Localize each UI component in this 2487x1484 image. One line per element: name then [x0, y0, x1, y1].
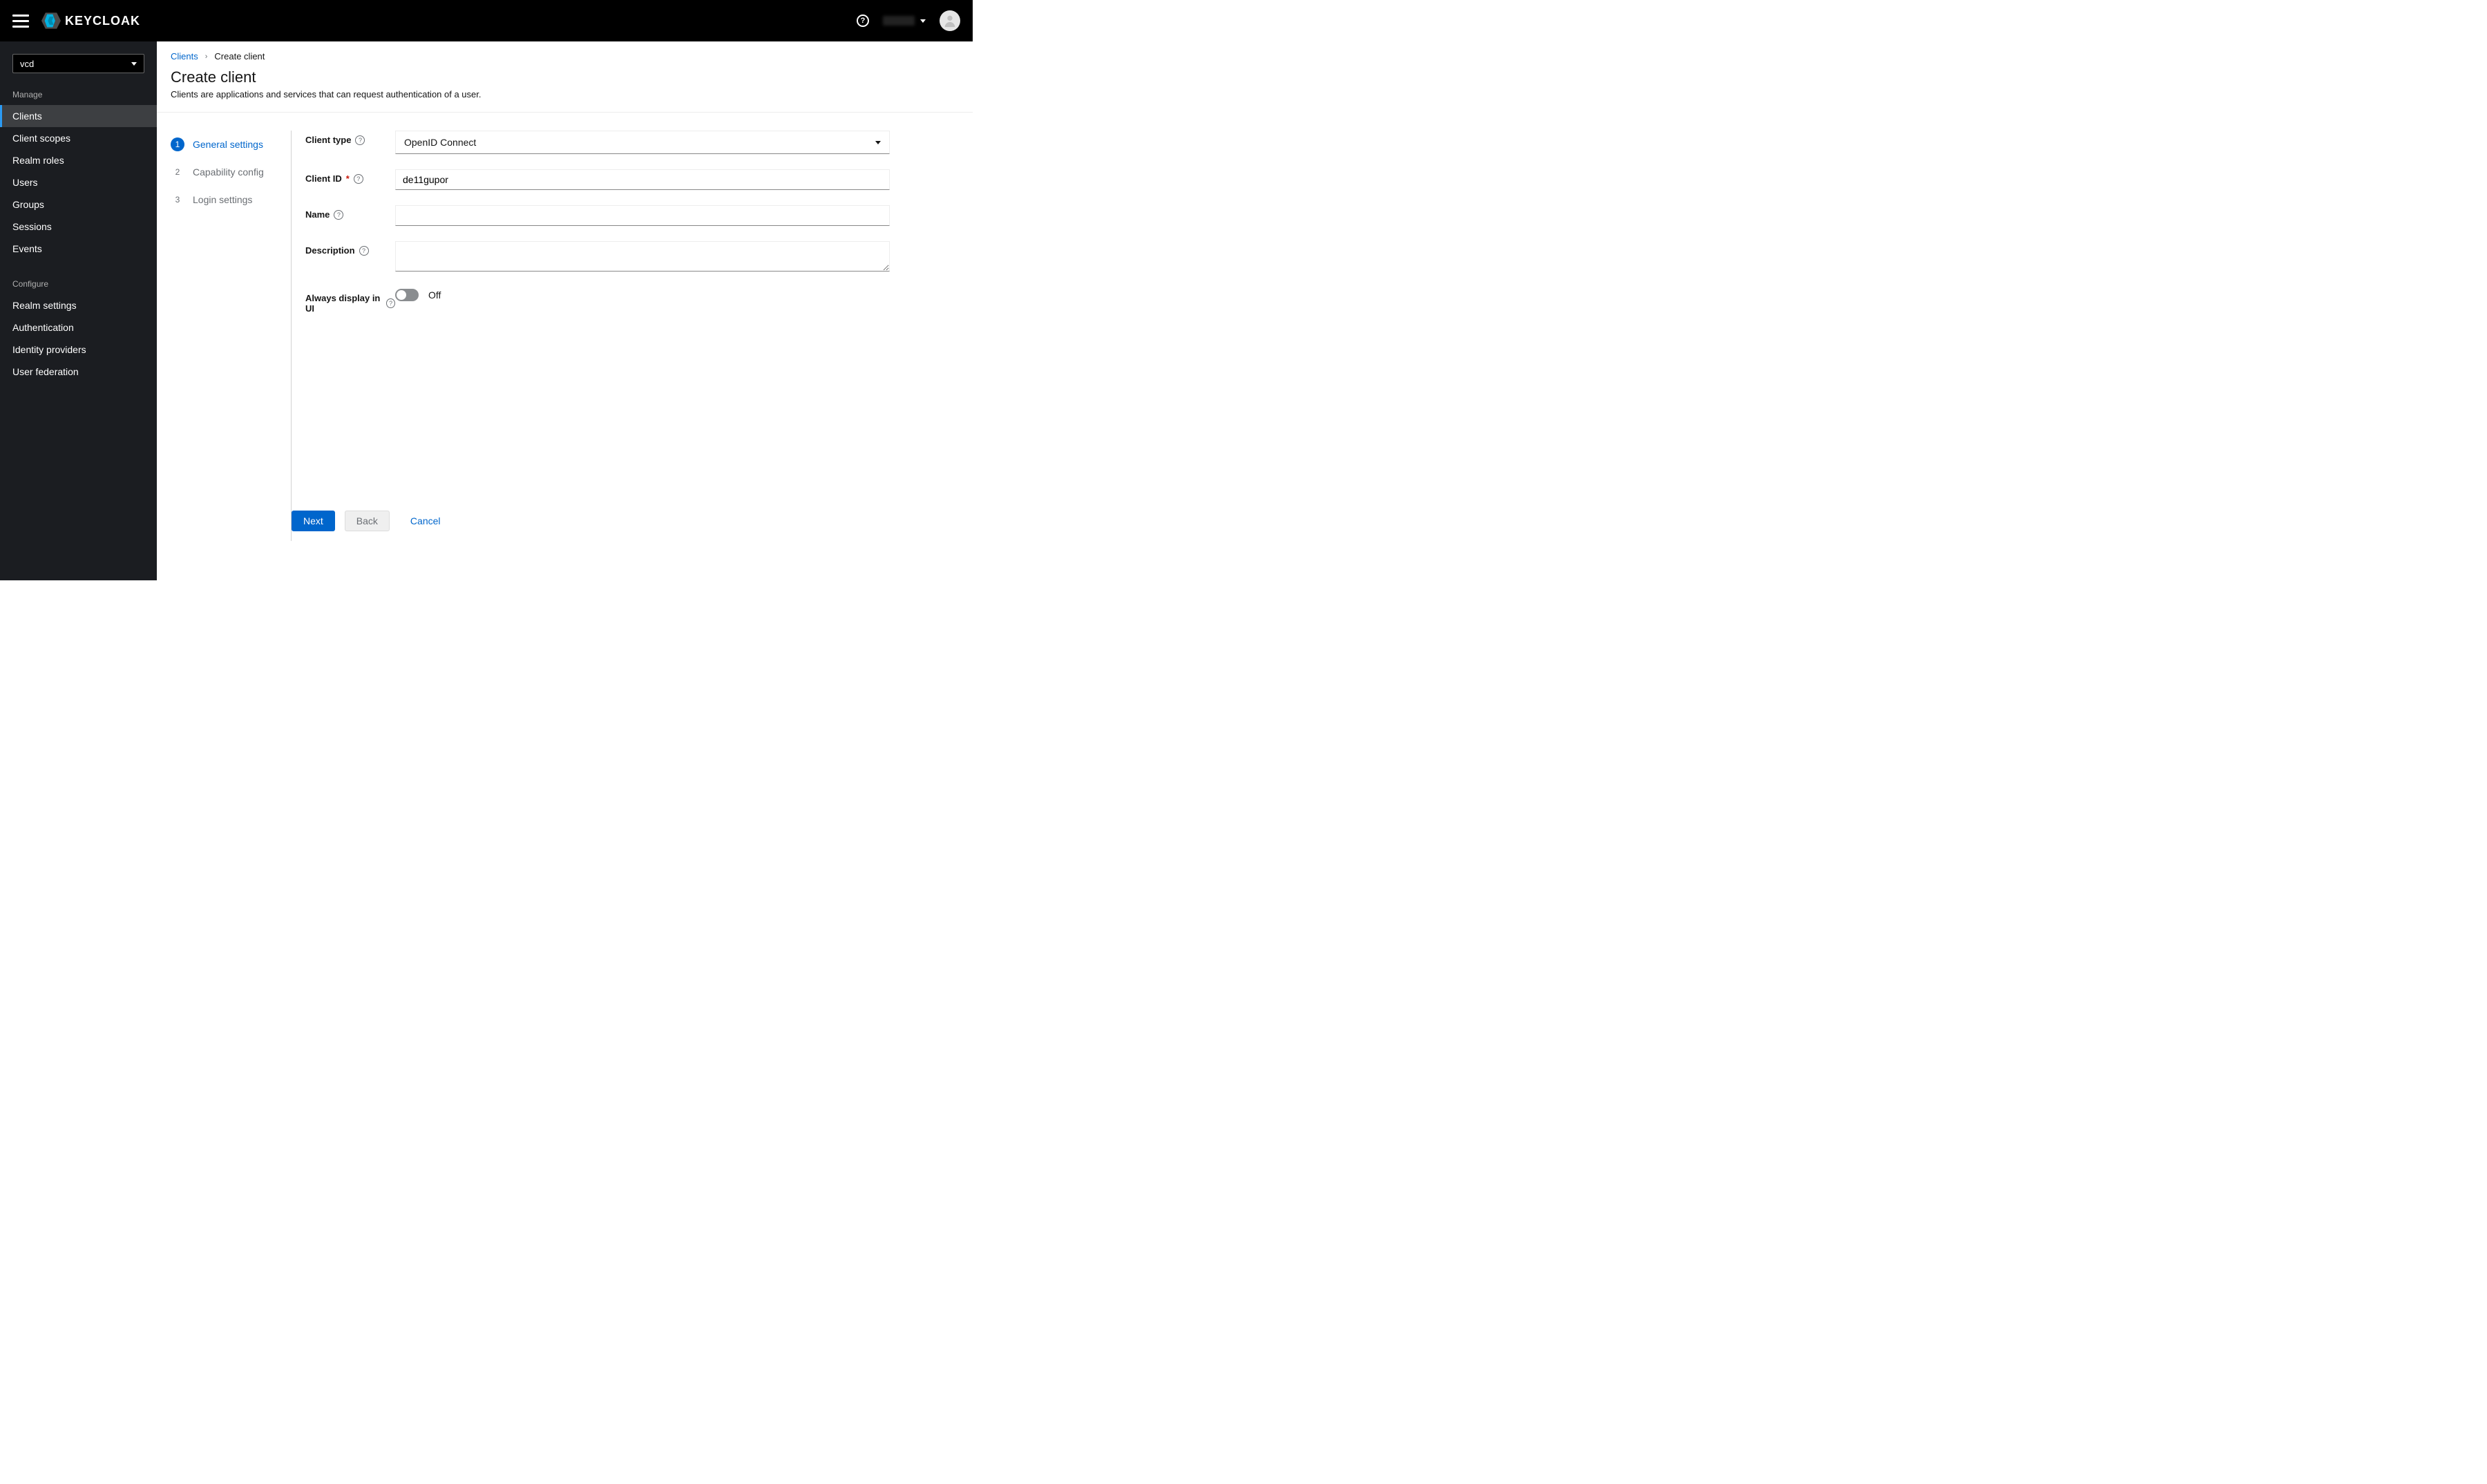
breadcrumb-current: Create client: [214, 51, 265, 61]
sidebar-item-groups[interactable]: Groups: [0, 193, 157, 216]
client-id-label: Client ID: [305, 173, 342, 184]
breadcrumb-clients-link[interactable]: Clients: [171, 51, 198, 61]
page-title: Create client: [171, 68, 959, 86]
client-type-select[interactable]: OpenID Connect: [395, 131, 890, 154]
realm-selector[interactable]: vcd: [12, 54, 144, 73]
chevron-down-icon: [920, 19, 926, 23]
sidebar-item-authentication[interactable]: Authentication: [0, 316, 157, 339]
sidebar-item-sessions[interactable]: Sessions: [0, 216, 157, 238]
help-button[interactable]: ?: [857, 15, 869, 27]
help-icon[interactable]: ?: [355, 135, 365, 145]
wizard-step-general-settings[interactable]: 1 General settings: [171, 131, 291, 158]
help-icon[interactable]: ?: [354, 174, 363, 184]
sidebar: vcd Manage Clients Client scopes Realm r…: [0, 41, 157, 580]
wizard-step-label: General settings: [193, 139, 263, 150]
sidebar-item-clients[interactable]: Clients: [0, 105, 157, 127]
sidebar-item-identity-providers[interactable]: Identity providers: [0, 339, 157, 361]
sidebar-item-user-federation[interactable]: User federation: [0, 361, 157, 383]
help-icon[interactable]: ?: [334, 210, 343, 220]
sidebar-item-realm-roles[interactable]: Realm roles: [0, 149, 157, 171]
wizard-step-login-settings[interactable]: 3 Login settings: [171, 186, 291, 213]
wizard-step-number: 1: [171, 137, 184, 151]
realm-selector-value: vcd: [20, 59, 34, 69]
client-type-label: Client type: [305, 135, 351, 145]
client-id-input[interactable]: [395, 169, 890, 190]
name-label: Name: [305, 209, 330, 220]
sidebar-item-client-scopes[interactable]: Client scopes: [0, 127, 157, 149]
chevron-down-icon: [131, 62, 137, 66]
next-button[interactable]: Next: [292, 511, 335, 531]
chevron-right-icon: ›: [205, 53, 208, 61]
help-icon[interactable]: ?: [359, 246, 369, 256]
wizard-step-number: 2: [171, 165, 184, 179]
sidebar-item-users[interactable]: Users: [0, 171, 157, 193]
user-avatar-icon: [942, 13, 957, 28]
page-description: Clients are applications and services th…: [171, 89, 959, 99]
client-type-value: OpenID Connect: [404, 137, 476, 148]
chevron-down-icon: [875, 141, 881, 144]
toggle-state-label: Off: [428, 289, 441, 301]
required-indicator: *: [346, 173, 350, 184]
keycloak-logo-icon: [41, 12, 61, 29]
nav-section-manage: Manage: [0, 83, 157, 105]
wizard-step-capability-config[interactable]: 2 Capability config: [171, 158, 291, 186]
breadcrumb: Clients › Create client: [157, 41, 973, 61]
username-redacted: [883, 16, 915, 26]
description-label: Description: [305, 245, 355, 256]
sidebar-item-events[interactable]: Events: [0, 238, 157, 260]
wizard-step-label: Login settings: [193, 194, 252, 205]
wizard-step-label: Capability config: [193, 167, 264, 178]
main-content: Clients › Create client Create client Cl…: [157, 41, 973, 580]
cancel-button[interactable]: Cancel: [399, 511, 452, 531]
name-input[interactable]: [395, 205, 890, 226]
toggle-thumb: [397, 290, 406, 300]
brand-logo[interactable]: KEYCLOAK: [41, 12, 140, 29]
user-menu[interactable]: [883, 16, 926, 26]
brand-text: KEYCLOAK: [65, 14, 140, 28]
always-display-label: Always display in UI: [305, 293, 382, 314]
help-icon[interactable]: ?: [386, 298, 395, 308]
wizard-footer: Next Back Cancel: [292, 501, 973, 541]
wizard-step-number: 3: [171, 193, 184, 207]
menu-toggle[interactable]: [12, 12, 29, 29]
always-display-toggle[interactable]: [395, 289, 419, 301]
wizard-nav: 1 General settings 2 Capability config 3…: [171, 131, 292, 541]
description-input[interactable]: [395, 241, 890, 272]
nav-section-configure: Configure: [0, 272, 157, 294]
help-icon: ?: [857, 15, 869, 27]
avatar[interactable]: [940, 10, 960, 31]
sidebar-item-realm-settings[interactable]: Realm settings: [0, 294, 157, 316]
back-button[interactable]: Back: [345, 511, 390, 531]
